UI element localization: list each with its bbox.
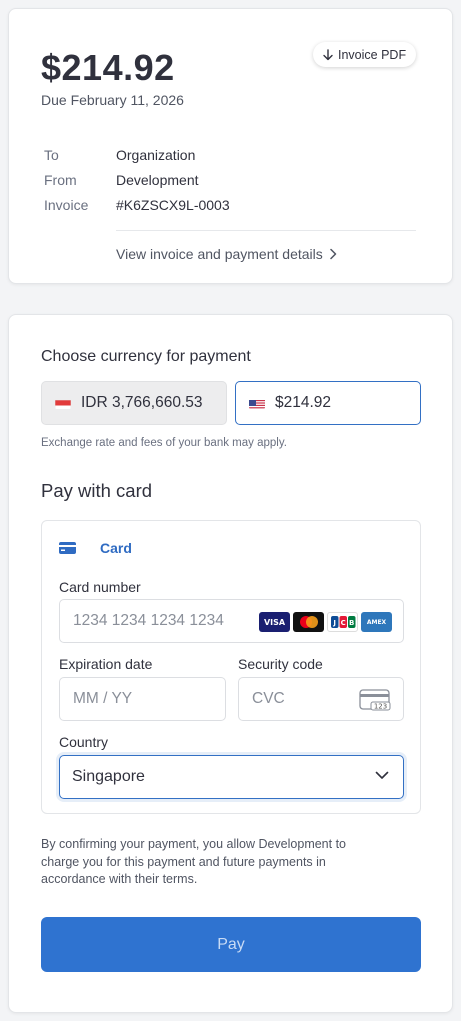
svg-text:C: C <box>340 619 345 627</box>
card-tab-label: Card <box>100 540 132 556</box>
expiry-label: Expiration date <box>59 656 153 672</box>
divider <box>116 230 416 231</box>
credit-card-icon <box>59 542 76 554</box>
country-label: Country <box>59 734 109 750</box>
arrow-down-icon <box>323 48 333 60</box>
chevron-down-icon <box>375 771 389 779</box>
invoice-amount: $214.92 <box>41 47 175 88</box>
card-number-placeholder: 1234 1234 1234 1234 <box>73 612 224 629</box>
meta-label: Invoice <box>44 197 89 213</box>
country-select[interactable]: Singapore <box>59 755 404 799</box>
card-number-label: Card number <box>59 579 141 595</box>
currency-option-label: IDR 3,766,660.53 <box>81 394 203 411</box>
invoice-pdf-label: Invoice PDF <box>338 47 407 62</box>
payment-form-card: Choose currency for payment IDR 3,766,66… <box>8 314 453 1013</box>
expiry-input[interactable]: MM / YY <box>59 677 226 721</box>
jcb-icon: J C B <box>327 612 358 632</box>
currency-option-idr[interactable]: IDR 3,766,660.53 <box>41 381 227 425</box>
meta-value: #K6ZSCX9L-0003 <box>116 197 230 213</box>
expiry-placeholder: MM / YY <box>73 690 133 707</box>
cvc-placeholder: CVC <box>252 690 285 707</box>
currency-option-usd[interactable]: $214.92 <box>235 381 421 425</box>
meta-label: From <box>44 172 77 188</box>
due-date: Due February 11, 2026 <box>41 92 184 108</box>
currency-option-label: $214.92 <box>275 394 332 411</box>
mastercard-icon <box>293 612 324 632</box>
cvc-input[interactable]: CVC 123 <box>238 677 404 721</box>
indonesia-flag-icon <box>55 398 71 409</box>
country-select-value: Singapore <box>72 768 145 785</box>
us-flag-icon <box>249 398 265 409</box>
security-code-label: Security code <box>238 656 323 672</box>
card-method-tab[interactable]: Card <box>59 540 132 556</box>
card-payment-box: Card Card number 1234 1234 1234 1234 VIS… <box>41 520 421 814</box>
svg-text:B: B <box>349 619 354 627</box>
pay-with-card-title: Pay with card <box>41 480 153 501</box>
payment-consent-text: By confirming your payment, you allow De… <box>41 837 347 886</box>
pay-button-label: Pay <box>217 935 245 953</box>
meta-label: To <box>44 147 59 163</box>
meta-value: Organization <box>116 147 196 163</box>
currency-section-title: Choose currency for payment <box>41 348 251 365</box>
chevron-right-icon <box>330 248 337 260</box>
cvc-card-icon: 123 <box>359 689 391 711</box>
view-invoice-details-link[interactable]: View invoice and payment details <box>116 246 337 262</box>
svg-text:123: 123 <box>374 703 387 711</box>
svg-text:J: J <box>332 619 336 627</box>
view-invoice-details-label: View invoice and payment details <box>116 246 323 262</box>
exchange-rate-note: Exchange rate and fees of your bank may … <box>41 437 287 449</box>
card-number-input[interactable]: 1234 1234 1234 1234 VISA J C B AMEX <box>59 599 404 643</box>
card-brands: VISA J C B AMEX <box>259 612 392 632</box>
visa-icon: VISA <box>259 612 290 632</box>
amex-icon: AMEX <box>361 612 392 632</box>
invoice-pdf-button[interactable]: Invoice PDF <box>313 42 417 67</box>
meta-value: Development <box>116 172 199 188</box>
invoice-summary-card: $214.92 Due February 11, 2026 Invoice PD… <box>8 8 453 284</box>
pay-button[interactable]: Pay <box>41 917 421 972</box>
